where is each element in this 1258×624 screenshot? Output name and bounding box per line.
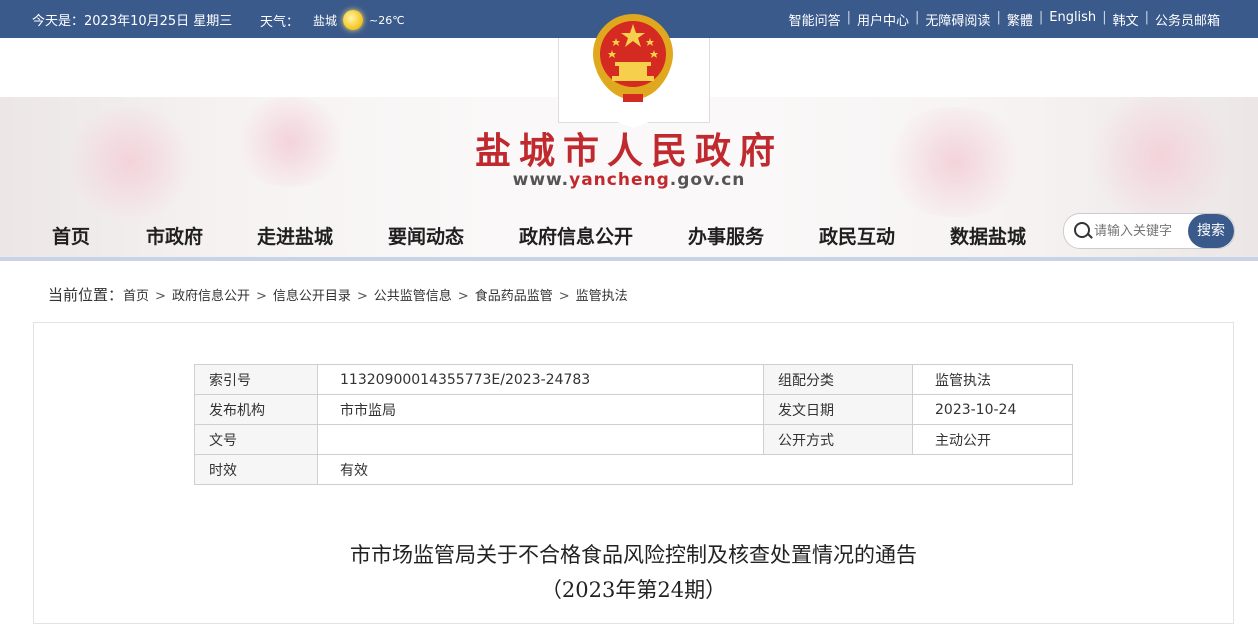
url-highlight: yancheng <box>569 170 670 190</box>
nav-information-disclosure[interactable]: 政府信息公开 <box>519 222 633 249</box>
breadcrumb-item[interactable]: 食品药品监管 <box>475 289 553 304</box>
national-emblem-icon <box>593 14 673 102</box>
meta-key: 索引号 <box>194 364 318 395</box>
meta-key: 发文日期 <box>763 394 913 425</box>
sun-icon <box>343 10 364 30</box>
nav-interaction[interactable]: 政民互动 <box>819 222 895 249</box>
breadcrumb-lead: 当前位置： <box>48 286 124 304</box>
article-subtitle: （2023年第24期） <box>540 578 727 602</box>
meta-value: 2023-10-24 <box>912 394 1073 425</box>
search-input[interactable] <box>1092 220 1188 242</box>
breadcrumb-item[interactable]: 首页 <box>123 289 149 304</box>
meta-key: 时效 <box>194 454 318 485</box>
nav-home[interactable]: 首页 <box>52 222 90 249</box>
link-korean[interactable]: 韩文 <box>1107 10 1145 29</box>
current-date: 今天是：2023年10月25日 星期三 <box>32 14 233 29</box>
search-box: 搜索 <box>1063 213 1235 249</box>
breadcrumb-arrow-icon: > <box>558 289 570 304</box>
link-english[interactable]: English <box>1043 10 1102 29</box>
url-prefix: www. <box>512 170 570 190</box>
link-accessibility[interactable]: 无障碍阅读 <box>919 10 996 29</box>
top-links: 智能问答 | 用户中心 | 无障碍阅读 | 繁體 | English | 韩文 | 公务员邮… <box>783 10 1226 29</box>
nav-services[interactable]: 办事服务 <box>688 222 764 249</box>
meta-key: 文号 <box>194 424 318 455</box>
meta-value <box>317 424 764 455</box>
search-button[interactable]: 搜索 <box>1188 214 1234 248</box>
meta-key: 组配分类 <box>763 364 913 395</box>
breadcrumb-arrow-icon: > <box>356 289 368 304</box>
table-row: 发布机构 市市监局 发文日期 2023-10-24 <box>194 394 1073 425</box>
weather-widget: 天气： 盐城 ~26℃ <box>260 10 405 30</box>
article-title: 市市场监管局关于不合格食品风险控制及核查处置情况的通告 <box>350 543 917 567</box>
url-suffix: .gov.cn <box>669 170 746 190</box>
metadata-table: 索引号 11320900014355773E/2023-24783 组配分类 监… <box>194 364 1073 485</box>
meta-value: 主动公开 <box>912 424 1073 455</box>
nav-data-yancheng[interactable]: 数据盐城 <box>950 222 1026 249</box>
breadcrumb-item[interactable]: 监管执法 <box>576 289 628 304</box>
nav-divider <box>0 257 1258 261</box>
site-url: www.yancheng.gov.cn <box>0 170 1258 190</box>
search-icon[interactable] <box>1074 222 1090 238</box>
weather-temperature: ~26℃ <box>369 13 405 27</box>
meta-key: 发布机构 <box>194 394 318 425</box>
breadcrumb-arrow-icon: > <box>155 289 166 304</box>
weather-city: 盐城 <box>313 13 338 28</box>
table-row: 时效 有效 <box>194 454 1073 485</box>
meta-value: 11320900014355773E/2023-24783 <box>317 364 764 395</box>
breadcrumb-item[interactable]: 政府信息公开 <box>172 289 250 304</box>
nav-about-yancheng[interactable]: 走进盐城 <box>257 222 333 249</box>
meta-value: 监管执法 <box>912 364 1073 395</box>
meta-key: 公开方式 <box>763 424 913 455</box>
table-row: 索引号 11320900014355773E/2023-24783 组配分类 监… <box>194 364 1073 395</box>
breadcrumb: 当前位置：首页 > 政府信息公开 > 信息公开目录 > 公共监管信息 > 食品药品监管 > 监管执法 <box>48 284 628 305</box>
weather-label: 天气： <box>260 14 300 30</box>
breadcrumb-arrow-icon: > <box>457 289 469 304</box>
breadcrumb-item[interactable]: 公共监管信息 <box>374 289 452 304</box>
breadcrumb-item[interactable]: 信息公开目录 <box>273 289 351 304</box>
meta-value: 市市监局 <box>317 394 764 425</box>
meta-value: 有效 <box>317 454 1073 485</box>
site-title: 盐城市人民政府 <box>474 130 783 172</box>
article-panel: 索引号 11320900014355773E/2023-24783 组配分类 监… <box>33 322 1234 624</box>
link-traditional-chinese[interactable]: 繁體 <box>1001 10 1039 29</box>
link-smart-qa[interactable]: 智能问答 <box>783 10 847 29</box>
link-civil-servant-mail[interactable]: 公务员邮箱 <box>1149 10 1226 29</box>
nav-city-government[interactable]: 市政府 <box>146 222 203 249</box>
link-user-center[interactable]: 用户中心 <box>851 10 915 29</box>
table-row: 文号 公开方式 主动公开 <box>194 424 1073 455</box>
nav-news[interactable]: 要闻动态 <box>388 222 464 249</box>
breadcrumb-arrow-icon: > <box>255 289 267 304</box>
